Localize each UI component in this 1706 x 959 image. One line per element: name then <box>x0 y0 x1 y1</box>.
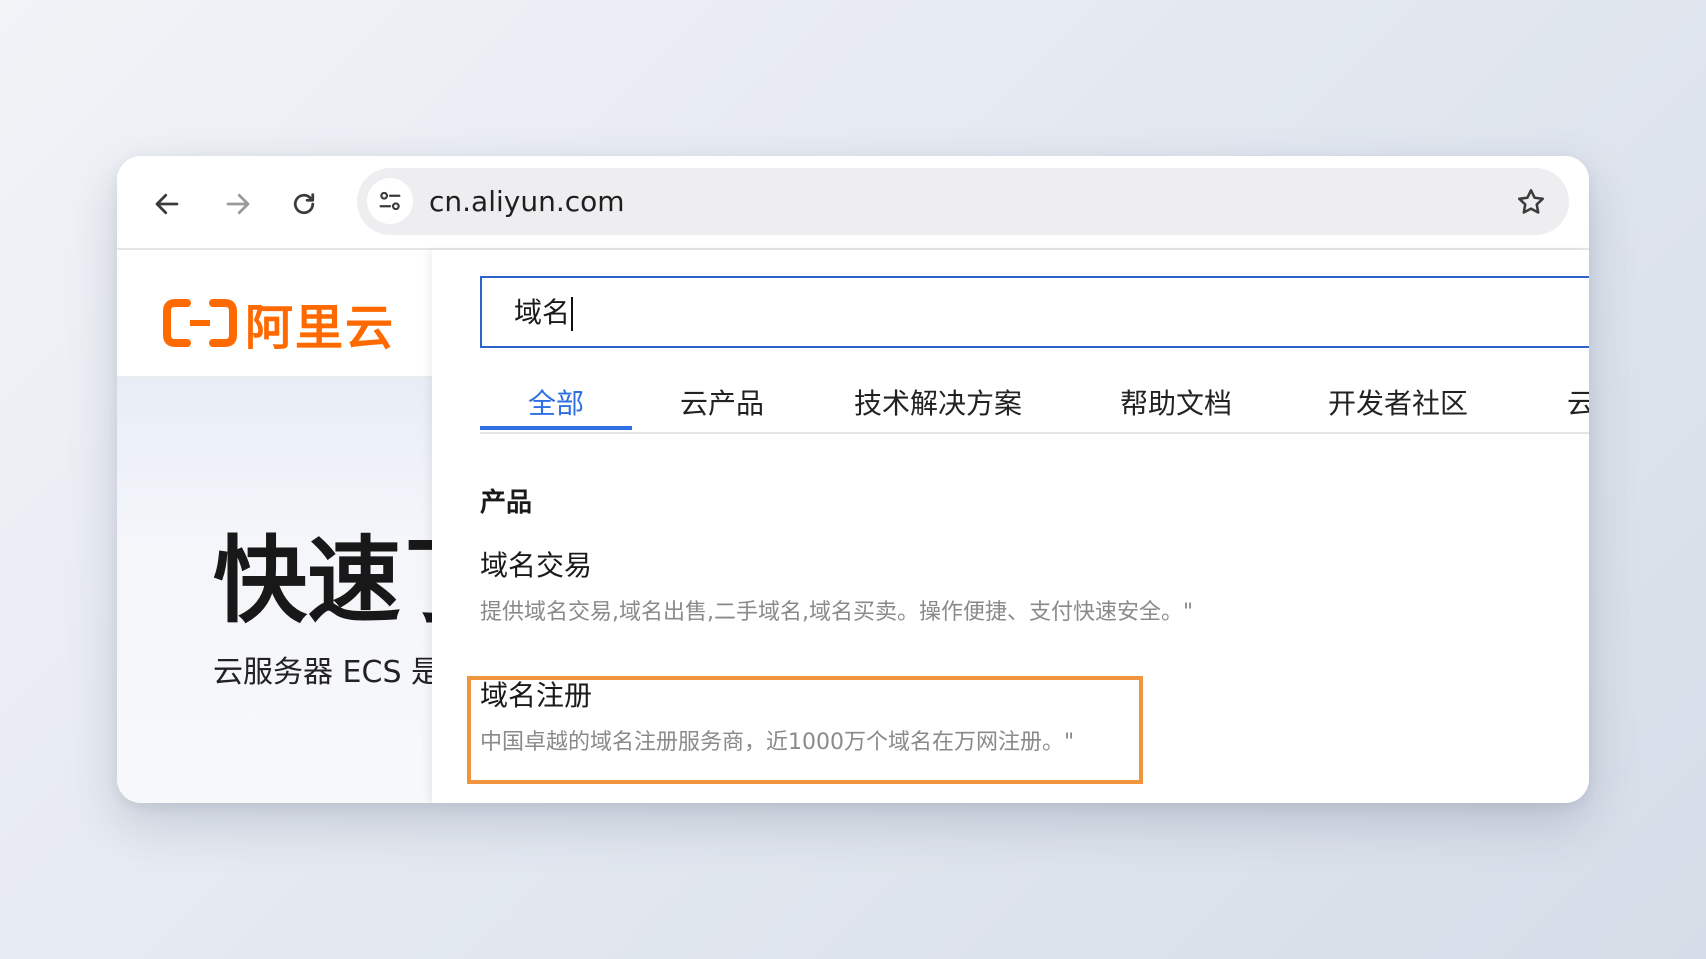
browser-window: cn.aliyun.com 阿里云 快速了 云服务器 ECS 是 <box>117 156 1589 803</box>
site-header: 阿里云 <box>117 250 432 377</box>
site-page: 阿里云 快速了 云服务器 ECS 是 <box>117 250 432 803</box>
hero-subtitle: 云服务器 ECS 是 <box>213 655 432 690</box>
active-tab-indicator <box>480 426 632 430</box>
search-result[interactable]: 域名交易 提供域名交易,域名出售,二手域名,域名买卖。操作便捷、支付快速安全。" <box>480 544 1193 626</box>
browser-toolbar: cn.aliyun.com <box>117 156 1589 250</box>
tune-icon[interactable] <box>367 178 413 224</box>
tab-all[interactable]: 全部 <box>528 382 584 422</box>
arrow-right-icon[interactable] <box>218 184 258 224</box>
address-bar[interactable]: cn.aliyun.com <box>357 168 1569 235</box>
page-content: 阿里云 快速了 云服务器 ECS 是 域名 全部 云产品 技术解决方案 帮助文档… <box>117 250 1589 803</box>
tab-cloud-products[interactable]: 云产品 <box>680 382 764 422</box>
search-tabs: 全部 云产品 技术解决方案 帮助文档 开发者社区 云 <box>480 370 1589 434</box>
text-caret <box>571 297 574 331</box>
logo-text: 阿里云 <box>245 300 396 356</box>
tab-developer-community[interactable]: 开发者社区 <box>1328 382 1468 422</box>
result-description: 提供域名交易,域名出售,二手域名,域名买卖。操作便捷、支付快速安全。" <box>480 600 1194 625</box>
search-input[interactable]: 域名 <box>480 276 1589 348</box>
tab-help-docs[interactable]: 帮助文档 <box>1120 382 1232 422</box>
aliyun-logo-icon <box>163 299 237 347</box>
arrow-left-icon[interactable] <box>147 184 187 224</box>
search-query[interactable]: 域名 <box>514 295 574 331</box>
tab-solutions[interactable]: 技术解决方案 <box>854 382 1022 422</box>
section-title: 产品 <box>480 488 533 518</box>
tab-cloud-more[interactable]: 云 <box>1567 382 1589 422</box>
aliyun-logo[interactable]: 阿里云 <box>163 288 395 358</box>
hero-banner: 快速了 云服务器 ECS 是 <box>117 377 432 803</box>
highlight-box <box>467 676 1143 784</box>
reload-icon[interactable] <box>284 184 324 224</box>
hero-title: 快速了 <box>213 527 432 636</box>
url-text[interactable]: cn.aliyun.com <box>429 186 625 218</box>
star-icon[interactable] <box>1513 184 1549 220</box>
result-title[interactable]: 域名交易 <box>480 544 1193 584</box>
search-panel: 域名 全部 云产品 技术解决方案 帮助文档 开发者社区 云 产品 域名交易 提供… <box>432 250 1589 803</box>
